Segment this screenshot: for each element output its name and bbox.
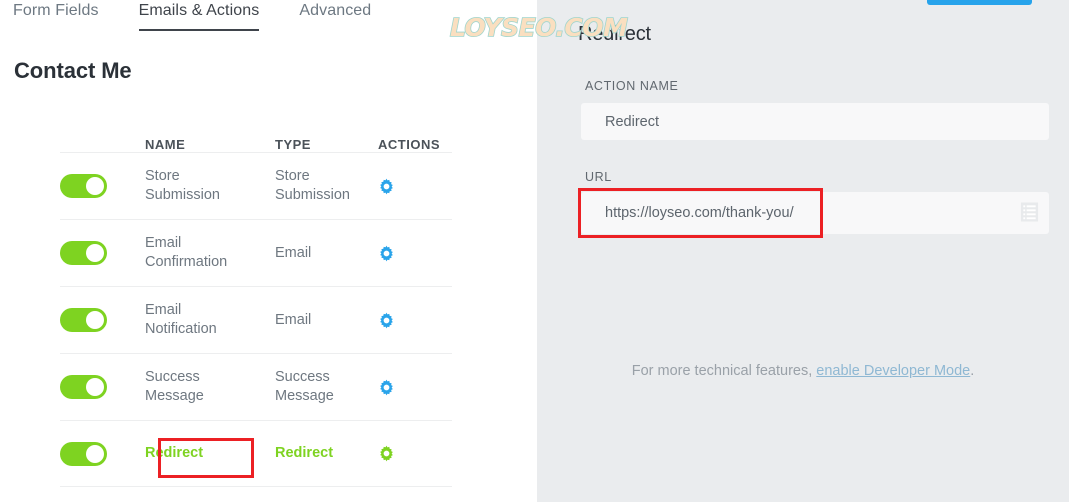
toggle-switch-success-message[interactable] [60, 375, 107, 399]
developer-mode-note-prefix: For more technical features, [632, 363, 817, 379]
row-toggle-cell [60, 375, 145, 399]
row-name-line1: Email [145, 301, 275, 320]
row-type-line1: Store [275, 167, 378, 186]
row-name-line1: Success [145, 368, 275, 387]
gear-icon[interactable] [378, 178, 395, 195]
row-toggle-cell [60, 174, 145, 198]
row-type-cell: Email [275, 244, 378, 263]
tab-form-fields[interactable]: Form Fields [13, 0, 99, 29]
row-type-line2: Message [275, 387, 378, 406]
row-name-cell: Redirect [145, 444, 275, 463]
row-type-line2: Submission [275, 186, 378, 205]
page-title: Contact Me [14, 58, 132, 84]
enable-developer-mode-link[interactable]: enable Developer Mode [816, 363, 970, 379]
row-type-line1: Success [275, 368, 378, 387]
row-name-cell: Email Notification [145, 301, 275, 339]
toggle-knob [86, 378, 104, 396]
row-name-line2: Notification [145, 320, 275, 339]
dynamic-tags-icon[interactable] [1020, 201, 1039, 223]
action-name-label: ACTION NAME [585, 79, 678, 93]
row-type-cell: Store Submission [275, 167, 378, 205]
table-row[interactable]: Email Confirmation Email [60, 219, 452, 286]
toggle-switch-redirect[interactable] [60, 442, 107, 466]
table-header-row: NAME TYPE ACTIONS [60, 126, 452, 152]
row-name-cell: Success Message [145, 368, 275, 406]
row-toggle-cell [60, 241, 145, 265]
toggle-switch-email-confirmation[interactable] [60, 241, 107, 265]
column-header-name: NAME [145, 137, 275, 152]
row-type-cell: Redirect [275, 444, 378, 463]
row-type-line1: Email [275, 311, 378, 330]
save-button[interactable] [927, 0, 1032, 5]
action-name-input[interactable] [581, 103, 1049, 140]
tab-emails-and-actions[interactable]: Emails & Actions [139, 0, 260, 31]
tab-advanced[interactable]: Advanced [299, 0, 371, 29]
developer-mode-note-suffix: . [970, 363, 974, 379]
table-row[interactable]: Success Message Success Message [60, 353, 452, 420]
toggle-knob [86, 311, 104, 329]
toggle-knob [86, 177, 104, 195]
gear-icon[interactable] [378, 312, 395, 329]
table-row[interactable]: Store Submission Store Submission [60, 152, 452, 219]
url-input[interactable] [581, 192, 1049, 234]
gear-icon[interactable] [378, 379, 395, 396]
row-name-line1: Email [145, 234, 275, 253]
row-type-cell: Success Message [275, 368, 378, 406]
editor-tabs: Form Fields Emails & Actions Advanced [0, 0, 411, 38]
table-row[interactable]: Email Notification Email [60, 286, 452, 353]
toggle-switch-email-notification[interactable] [60, 308, 107, 332]
actions-table: NAME TYPE ACTIONS Store Submission Store… [60, 126, 452, 487]
row-type-line1: Email [275, 244, 378, 263]
gear-icon[interactable] [378, 445, 395, 462]
row-type-line1: Redirect [275, 444, 378, 463]
row-type-cell: Email [275, 311, 378, 330]
action-settings-panel: Redirect ACTION NAME URL For more techni… [537, 0, 1069, 502]
row-actions-cell [378, 312, 452, 329]
row-name-line1: Store [145, 167, 275, 186]
toggle-knob [86, 244, 104, 262]
gear-icon[interactable] [378, 245, 395, 262]
panel-title: Redirect [578, 23, 651, 46]
row-name-line2: Confirmation [145, 253, 275, 272]
row-name-cell: Store Submission [145, 167, 275, 205]
row-actions-cell [378, 178, 452, 195]
row-actions-cell [378, 379, 452, 396]
row-actions-cell [378, 445, 452, 462]
row-toggle-cell [60, 308, 145, 332]
row-name-line2: Submission [145, 186, 275, 205]
toggle-switch-store-submission[interactable] [60, 174, 107, 198]
developer-mode-note: For more technical features, enable Deve… [537, 363, 1069, 379]
row-actions-cell [378, 245, 452, 262]
url-label: URL [585, 170, 612, 184]
form-editor-left-panel: Form Fields Emails & Actions Advanced Co… [0, 0, 537, 502]
row-name-cell: Email Confirmation [145, 234, 275, 272]
row-name-line1: Redirect [145, 444, 275, 463]
row-name-line2: Message [145, 387, 275, 406]
row-toggle-cell [60, 442, 145, 466]
table-row[interactable]: Redirect Redirect [60, 420, 452, 487]
column-header-type: TYPE [275, 137, 378, 152]
toggle-knob [86, 445, 104, 463]
column-header-actions: ACTIONS [378, 137, 452, 152]
